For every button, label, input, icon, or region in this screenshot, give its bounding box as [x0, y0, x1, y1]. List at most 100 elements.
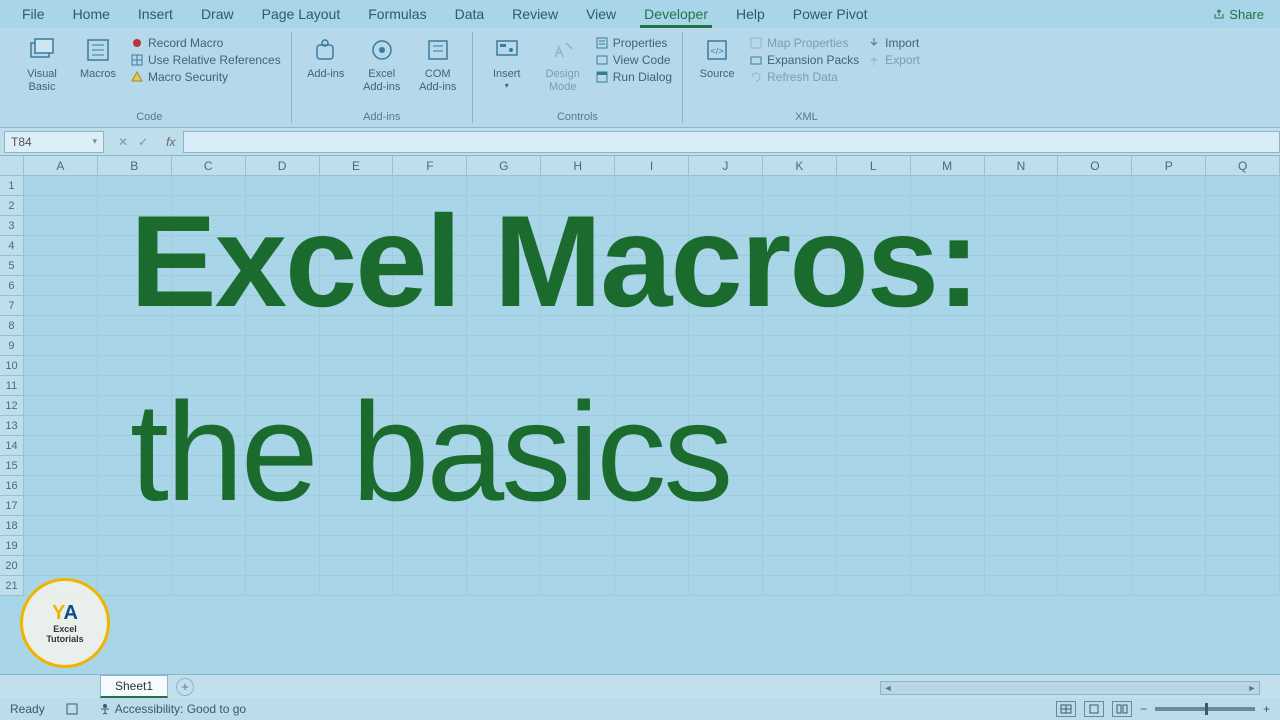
map-properties-button[interactable]: Map Properties [749, 36, 859, 50]
cell[interactable] [615, 536, 689, 556]
menu-item-page-layout[interactable]: Page Layout [248, 2, 355, 26]
cell[interactable] [24, 236, 98, 256]
cell[interactable] [911, 336, 985, 356]
row-header[interactable]: 2 [0, 196, 24, 216]
cell[interactable] [1206, 256, 1280, 276]
cell[interactable] [1058, 356, 1132, 376]
insert-controls-button[interactable]: Insert ▾ [483, 32, 531, 91]
column-header[interactable]: D [246, 156, 320, 175]
cell[interactable] [763, 476, 837, 496]
cell[interactable] [985, 196, 1059, 216]
row-header[interactable]: 16 [0, 476, 24, 496]
row-header[interactable]: 7 [0, 296, 24, 316]
cell[interactable] [24, 476, 98, 496]
cell[interactable] [24, 456, 98, 476]
cell[interactable] [911, 476, 985, 496]
cell[interactable] [320, 556, 394, 576]
cell[interactable] [24, 256, 98, 276]
column-header[interactable]: K [763, 156, 837, 175]
xml-source-button[interactable]: </> Source [693, 32, 741, 81]
cell[interactable] [985, 476, 1059, 496]
cell[interactable] [467, 336, 541, 356]
cell[interactable] [467, 576, 541, 596]
cell[interactable] [1206, 376, 1280, 396]
cell[interactable] [837, 496, 911, 516]
cell[interactable] [911, 516, 985, 536]
cell[interactable] [837, 396, 911, 416]
cell[interactable] [1058, 416, 1132, 436]
cell[interactable] [985, 396, 1059, 416]
cell[interactable] [1206, 176, 1280, 196]
cell[interactable] [541, 556, 615, 576]
cell[interactable] [763, 356, 837, 376]
cell[interactable] [1132, 216, 1206, 236]
view-page-break-button[interactable] [1112, 701, 1132, 717]
cell[interactable] [911, 456, 985, 476]
cell[interactable] [615, 556, 689, 576]
cell[interactable] [1132, 176, 1206, 196]
cell[interactable] [837, 416, 911, 436]
cell[interactable] [763, 516, 837, 536]
row-header[interactable]: 20 [0, 556, 24, 576]
cell[interactable] [246, 336, 320, 356]
cell[interactable] [541, 336, 615, 356]
refresh-data-button[interactable]: Refresh Data [749, 70, 859, 84]
cell[interactable] [172, 536, 246, 556]
cell[interactable] [763, 536, 837, 556]
row-header[interactable]: 13 [0, 416, 24, 436]
share-button[interactable]: Share [1213, 7, 1264, 22]
worksheet-grid[interactable]: ABCDEFGHIJKLMNOPQ 1234567891011121314151… [0, 156, 1280, 674]
cell[interactable] [985, 316, 1059, 336]
com-addins-button[interactable]: COM Add-ins [414, 32, 462, 94]
cell[interactable] [393, 336, 467, 356]
cell[interactable] [1206, 336, 1280, 356]
export-button[interactable]: Export [867, 53, 920, 67]
cell[interactable] [246, 556, 320, 576]
cell[interactable] [1132, 196, 1206, 216]
zoom-out-button[interactable]: − [1140, 702, 1147, 716]
cell[interactable] [615, 336, 689, 356]
run-dialog-button[interactable]: Run Dialog [595, 70, 672, 84]
menu-item-home[interactable]: Home [59, 2, 124, 26]
cell[interactable] [837, 456, 911, 476]
cell[interactable] [1132, 236, 1206, 256]
column-header[interactable]: B [98, 156, 172, 175]
cell[interactable] [1132, 276, 1206, 296]
cell[interactable] [1058, 436, 1132, 456]
column-header[interactable]: A [24, 156, 98, 175]
cell[interactable] [172, 556, 246, 576]
cell[interactable] [1206, 576, 1280, 596]
row-header[interactable]: 12 [0, 396, 24, 416]
cell[interactable] [985, 436, 1059, 456]
cell[interactable] [837, 336, 911, 356]
sheet-tab-active[interactable]: Sheet1 [100, 675, 168, 698]
fx-icon[interactable]: fx [158, 135, 183, 149]
cell[interactable] [1058, 336, 1132, 356]
cell[interactable] [911, 576, 985, 596]
cell[interactable] [1058, 176, 1132, 196]
use-relative-button[interactable]: Use Relative References [130, 53, 281, 67]
record-macro-button[interactable]: Record Macro [130, 36, 281, 50]
menu-item-view[interactable]: View [572, 2, 630, 26]
scroll-right-icon[interactable]: ► [1245, 683, 1259, 693]
cancel-icon[interactable]: ✕ [118, 135, 128, 149]
cell[interactable] [763, 416, 837, 436]
cell[interactable] [24, 376, 98, 396]
cell[interactable] [24, 276, 98, 296]
name-box[interactable]: T84 ▾ [4, 131, 104, 153]
cell[interactable] [985, 336, 1059, 356]
cell[interactable] [1132, 356, 1206, 376]
cell[interactable] [911, 416, 985, 436]
enter-icon[interactable]: ✓ [138, 135, 148, 149]
row-header[interactable]: 9 [0, 336, 24, 356]
cell[interactable] [467, 556, 541, 576]
column-header[interactable]: C [172, 156, 246, 175]
cell[interactable] [1132, 336, 1206, 356]
cell[interactable] [763, 456, 837, 476]
cell[interactable] [1206, 476, 1280, 496]
cell[interactable] [1132, 376, 1206, 396]
cell[interactable] [1058, 296, 1132, 316]
cell[interactable] [24, 196, 98, 216]
cell[interactable] [911, 536, 985, 556]
menu-item-data[interactable]: Data [441, 2, 499, 26]
